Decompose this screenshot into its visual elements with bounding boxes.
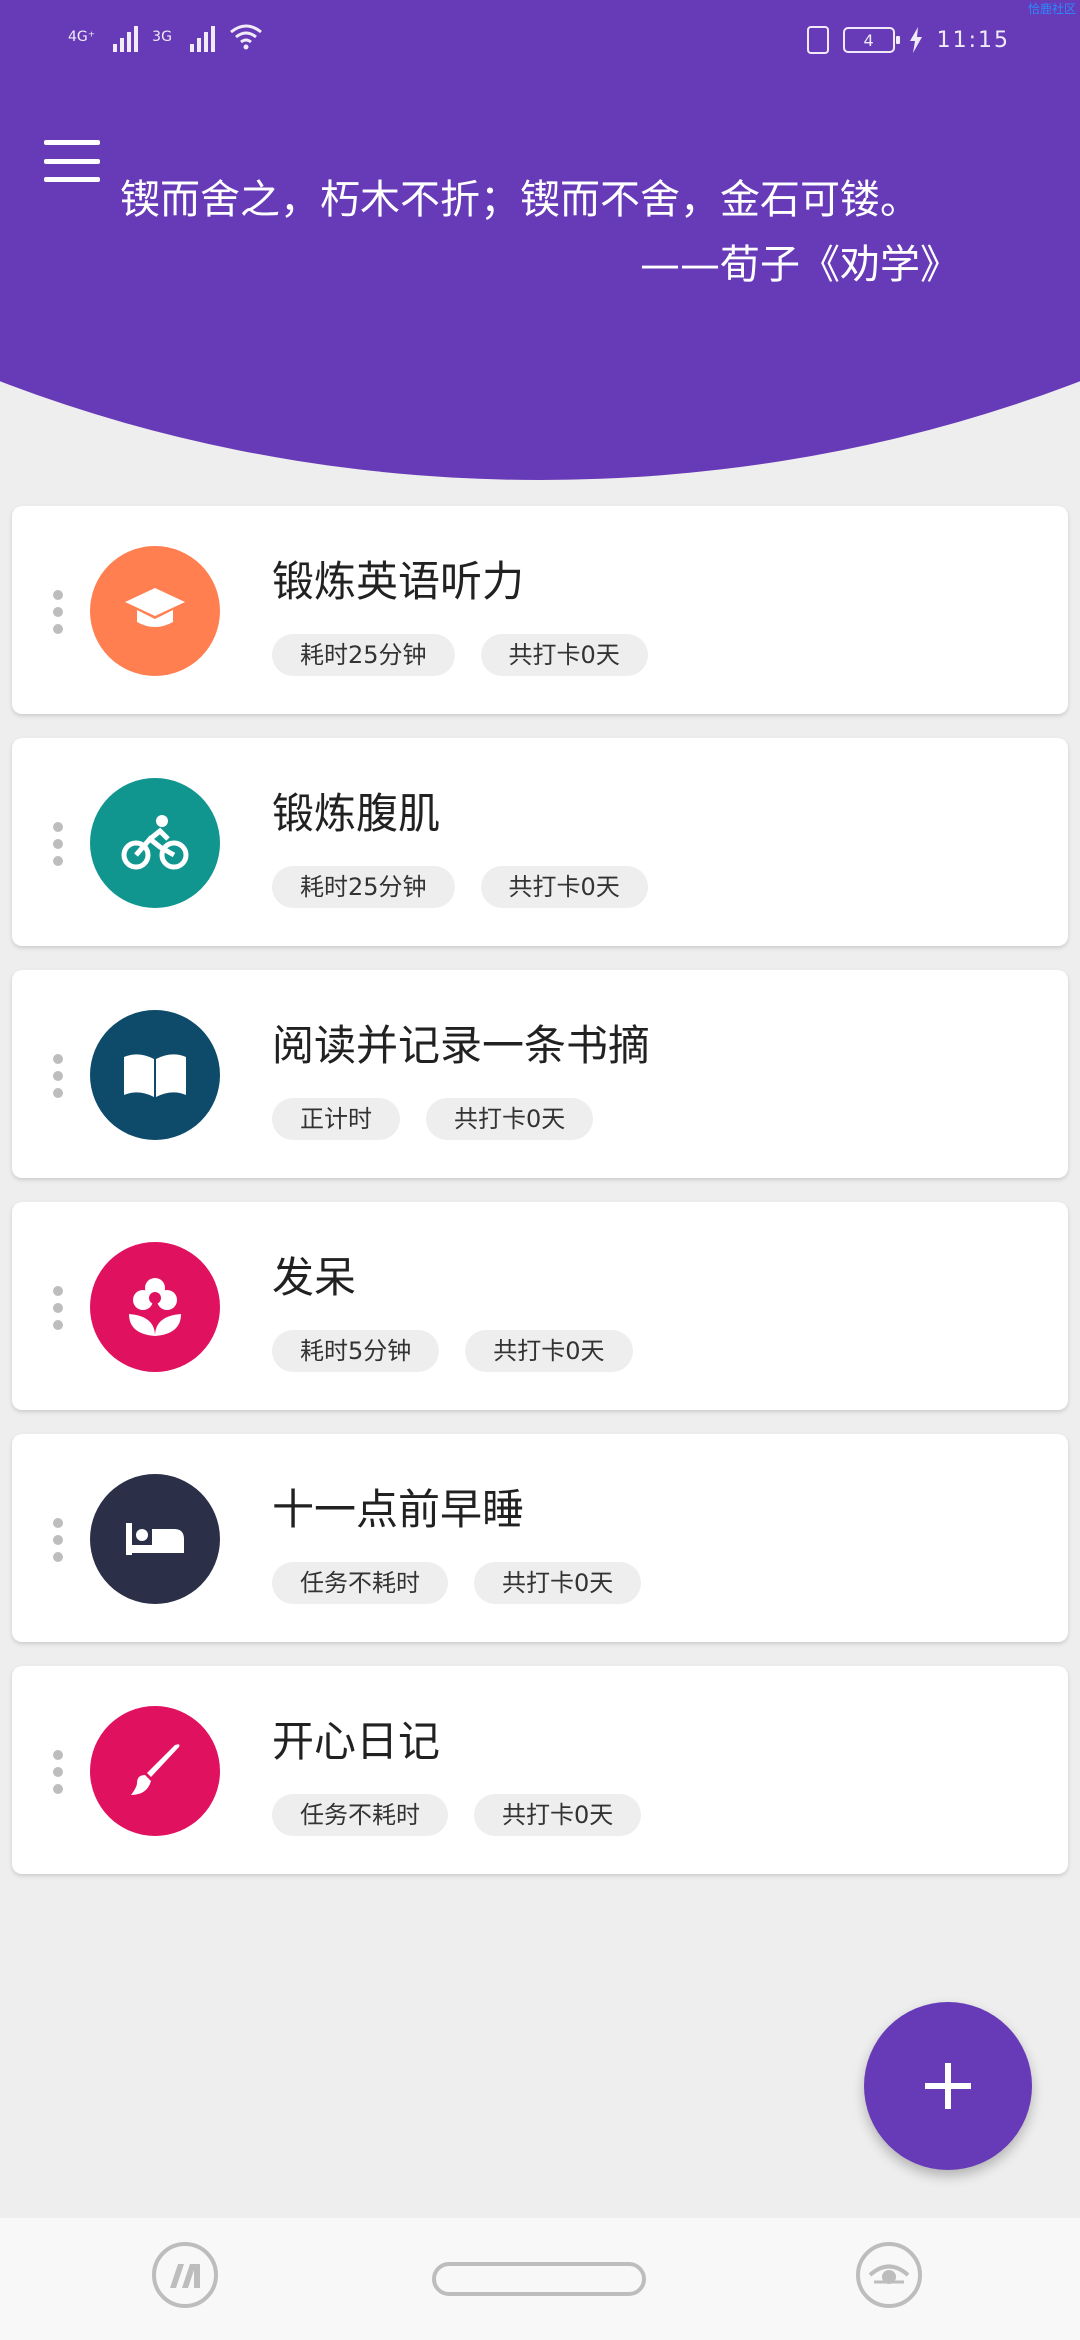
task-title: 开心日记 [272,1717,441,1766]
app-screen: 4G⁺ 3G 4 11:15 恰鹿社区 锲而舍之，朽木不折；锲而不舍，金石可镂。… [0,0,1080,2340]
vibrate-icon [806,26,829,54]
quote-text: 锲而舍之，朽木不折；锲而不舍，金石可镂。 [120,177,920,223]
quote-author: ——荀子《劝学》 [640,242,960,288]
drag-handle-icon[interactable] [52,1750,64,1794]
add-task-button[interactable] [864,2002,1032,2170]
system-nav-bar [0,2218,1080,2340]
checkin-count-tag: 共打卡0天 [480,634,648,676]
task-list: 锻炼英语听力 耗时25分钟 共打卡0天 锻炼腹肌 耗时25分钟 共打卡0天 阅读… [12,506,1068,1898]
open-book-icon [90,1010,220,1140]
task-card[interactable]: 阅读并记录一条书摘 正计时 共打卡0天 [12,970,1068,1178]
drag-handle-icon[interactable] [52,590,64,634]
home-button[interactable] [432,2262,646,2296]
bed-icon [90,1474,220,1604]
duration-tag: 任务不耗时 [272,1794,448,1836]
drag-handle-icon[interactable] [52,1518,64,1562]
task-title: 锻炼英语听力 [272,557,525,606]
status-time: 11:15 [936,27,1010,53]
status-bar: 4G⁺ 3G 4 11:15 恰鹿社区 [0,0,1080,90]
signal-icon-2 [189,22,215,52]
duration-tag: 耗时25分钟 [272,634,455,676]
charging-icon [909,27,922,53]
network-label-1: 4G⁺ [68,29,96,45]
graduation-cap-icon [90,546,220,676]
signal-icon-1 [113,22,139,52]
task-title: 十一点前早睡 [272,1485,525,1534]
task-tags: 任务不耗时 共打卡0天 [272,1794,642,1836]
duration-tag: 任务不耗时 [272,1562,448,1604]
checkin-count-tag: 共打卡0天 [474,1562,642,1604]
drag-handle-icon[interactable] [52,1054,64,1098]
task-card[interactable]: 发呆 耗时5分钟 共打卡0天 [12,1202,1068,1410]
status-left: 4G⁺ 3G [68,22,263,52]
checkin-count-tag: 共打卡0天 [474,1794,642,1836]
checkin-count-tag: 共打卡0天 [465,1330,633,1372]
bicycle-icon [90,778,220,908]
eye-comfort-icon[interactable] [856,2242,922,2308]
status-right: 4 11:15 [806,26,1010,54]
task-card[interactable]: 十一点前早睡 任务不耗时 共打卡0天 [12,1434,1068,1642]
wifi-icon [229,24,262,50]
task-tags: 任务不耗时 共打卡0天 [272,1562,642,1604]
task-title: 锻炼腹肌 [272,789,441,838]
task-title: 发呆 [272,1253,357,1302]
task-tags: 正计时 共打卡0天 [272,1098,594,1140]
task-card[interactable]: 开心日记 任务不耗时 共打卡0天 [12,1666,1068,1874]
battery-icon: 4 [842,27,900,53]
task-card[interactable]: 锻炼腹肌 耗时25分钟 共打卡0天 [12,738,1068,946]
brush-icon [90,1706,220,1836]
task-title: 阅读并记录一条书摘 [272,1021,651,1070]
corner-tag: 恰鹿社区 [1027,2,1076,16]
flower-icon [90,1242,220,1372]
checkin-count-tag: 共打卡0天 [426,1098,594,1140]
battery-level: 4 [863,30,874,50]
duration-tag: 正计时 [272,1098,400,1140]
task-card[interactable]: 锻炼英语听力 耗时25分钟 共打卡0天 [12,506,1068,714]
task-tags: 耗时25分钟 共打卡0天 [272,634,648,676]
menu-icon[interactable] [44,140,100,182]
duration-tag: 耗时5分钟 [272,1330,440,1372]
plus-icon [925,2063,971,2109]
drag-handle-icon[interactable] [52,1286,64,1330]
task-tags: 耗时5分钟 共打卡0天 [272,1330,633,1372]
duration-tag: 耗时25分钟 [272,866,455,908]
checkin-count-tag: 共打卡0天 [480,866,648,908]
drag-handle-icon[interactable] [52,822,64,866]
app-switch-icon[interactable] [152,2242,218,2308]
network-label-2: 3G [152,29,172,45]
task-tags: 耗时25分钟 共打卡0天 [272,866,648,908]
